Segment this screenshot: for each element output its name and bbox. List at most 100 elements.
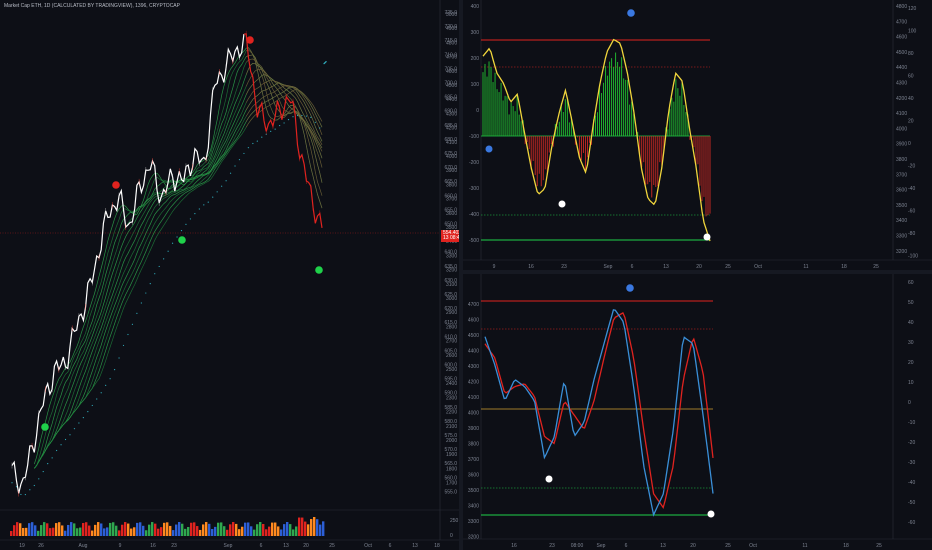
x-axis-tick: Aug <box>79 543 88 549</box>
x-axis-tick: 20 <box>690 543 696 549</box>
trail-dot <box>42 470 44 473</box>
x-axis-tick: 6 <box>389 543 392 549</box>
volume-bar <box>43 522 46 536</box>
left-axis-tick: 300 <box>471 30 480 36</box>
trail-dot <box>131 323 134 325</box>
trail-dot <box>29 489 31 491</box>
volume-bar <box>76 528 79 536</box>
ma-ribbon-line <box>34 89 323 469</box>
volume-bar <box>40 525 43 536</box>
volume-bar <box>307 524 310 536</box>
ma-ribbon-line <box>34 82 323 469</box>
volume-bar <box>310 519 313 536</box>
volume-bar <box>10 531 13 536</box>
right-axis-tick: -10 <box>908 420 915 426</box>
right-axis-tick: 50 <box>908 300 914 306</box>
trail-dot <box>56 449 58 452</box>
trail-dot <box>20 493 22 496</box>
mid-axis-tick: 3900 <box>446 168 457 174</box>
volume-bar <box>55 523 58 536</box>
bottom-signal-dot <box>545 475 553 483</box>
volume-bar <box>244 522 247 536</box>
volume-bar <box>133 527 136 536</box>
volume-bar <box>199 529 202 536</box>
trail-dot <box>51 457 53 459</box>
trail-dot <box>38 478 40 480</box>
ma-ribbon-line <box>34 79 323 469</box>
bottom-signal-dot <box>707 510 715 518</box>
volume-bar <box>148 524 151 536</box>
ma-ribbon-line <box>34 58 323 469</box>
trail-dot <box>261 136 263 138</box>
trail-dot <box>319 127 321 129</box>
volume-bar <box>169 525 172 536</box>
trail-dot <box>163 258 165 260</box>
mid-axis-tick: 3900 <box>896 142 907 148</box>
left-axis-tick: 4500 <box>468 333 479 339</box>
trail-dot <box>301 114 303 117</box>
right-axis-tick: 60 <box>908 74 914 80</box>
volume-bar <box>289 524 292 536</box>
bottom-signal-dot <box>703 233 711 241</box>
wave-chart[interactable]: 4700 4600 4500 4400 4300 4200 4100 4000 3900 3800… <box>463 274 932 550</box>
sell-signal-dot <box>112 181 120 189</box>
volume-bar <box>241 526 244 536</box>
volume-bar <box>220 522 223 536</box>
right-axis-tick: 20 <box>908 119 914 125</box>
right-axis-tick: 40 <box>908 96 914 102</box>
left-axis-tick: 3200 <box>468 535 479 541</box>
mid-axis-tick: 3200 <box>446 268 457 274</box>
volume-bar <box>301 517 304 536</box>
mid-axis-tick: 4200 <box>896 96 907 102</box>
right-axis-tick: -40 <box>908 186 915 192</box>
trail-dot <box>287 119 290 121</box>
left-axis-tick: 0 <box>476 108 479 114</box>
volume-bar <box>202 524 205 536</box>
volume-bar <box>196 526 199 536</box>
volume-bar <box>97 522 100 536</box>
oscillator-chart[interactable]: 4003002001000-100-200-300-400-5001201008… <box>463 0 932 270</box>
trail-dot <box>283 122 285 124</box>
mid-axis-tick: 3800 <box>896 157 907 163</box>
sell-signal-dot <box>246 36 254 44</box>
ma-ribbon-line <box>34 54 323 469</box>
trail-dot <box>216 191 218 193</box>
trail-dot <box>314 121 316 123</box>
left-axis-tick: 4600 <box>468 318 479 324</box>
volume-bar <box>142 525 145 536</box>
left-axis-tick: -100 <box>469 134 479 140</box>
right-axis-tick: -30 <box>908 460 915 466</box>
trail-dot <box>270 130 272 133</box>
volume-bar <box>151 522 154 536</box>
trail-dot <box>60 444 62 446</box>
trail-dot <box>87 411 89 413</box>
ma-ribbon-line <box>34 69 323 469</box>
price-chart[interactable]: 725.0720.0715.0710.0705.0700.0695.0690.0… <box>0 0 459 550</box>
x-axis-tick: 25 <box>329 543 335 549</box>
volume-bar <box>100 523 103 536</box>
volume-bar <box>322 521 325 536</box>
right-axis-tick: -100 <box>908 254 918 260</box>
volume-bar <box>208 523 211 536</box>
mid-axis-tick: 2800 <box>446 324 457 330</box>
wave-panel[interactable]: 4700 4600 4500 4400 4300 4200 4100 4000 3900 3800… <box>463 274 932 550</box>
mid-axis-tick: 2700 <box>446 339 457 345</box>
volume-bar <box>163 522 166 536</box>
mid-axis-tick: 2300 <box>446 395 457 401</box>
trail-dot <box>149 283 151 285</box>
trail-dot <box>189 218 192 220</box>
mid-axis-tick: 1900 <box>446 452 457 458</box>
oscillator-panel[interactable]: 400 300 200 100 0 -100 -200 -300 -400 -500 120 100 8… <box>463 0 932 270</box>
volume-bar <box>226 529 229 536</box>
mid-axis-tick: 4000 <box>896 126 907 132</box>
volume-bar <box>175 524 178 536</box>
mid-axis-tick: 4300 <box>446 111 457 117</box>
volume-bar <box>112 522 115 536</box>
main-chart-panel[interactable]: Market Cap ETH, 1D (CALCULATED BY TRADIN… <box>0 0 466 550</box>
trail-dot <box>24 493 26 496</box>
trail-dot <box>292 116 294 118</box>
volume-bar <box>190 522 193 536</box>
x-axis-tick: Sep <box>597 543 606 549</box>
right-axis-tick: 60 <box>908 280 914 286</box>
volume-bar <box>250 526 253 536</box>
